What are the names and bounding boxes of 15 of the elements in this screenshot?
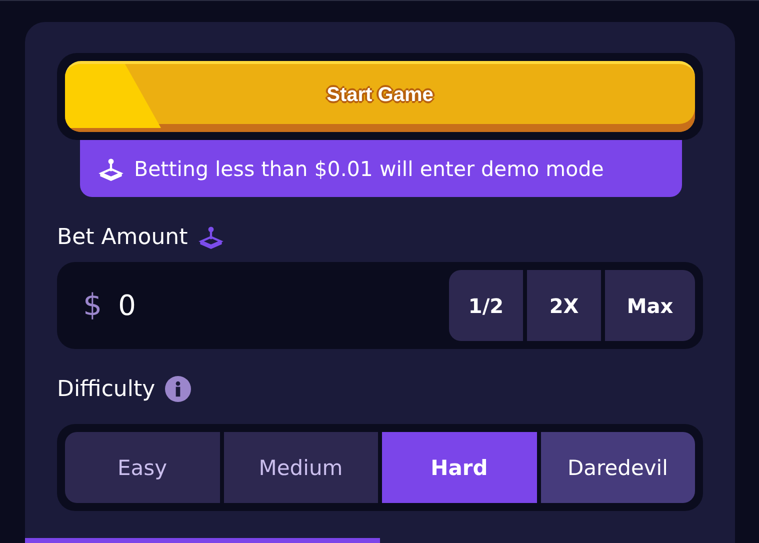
bet-modifier-button[interactable]: 2X [527, 270, 601, 341]
joystick-icon [98, 156, 124, 182]
info-icon [165, 376, 192, 402]
demo-notice-text: Betting less than $0.01 will enter demo mode [134, 156, 604, 180]
difficulty-tab[interactable]: Hard [382, 432, 536, 503]
difficulty-tab[interactable]: Daredevil [540, 432, 695, 503]
bet-amount-field[interactable]: $ 0 1/2 2X Max [57, 262, 703, 349]
joystick-icon [198, 224, 224, 250]
bet-amount-label: Bet Amount [57, 224, 188, 250]
bet-modifier-button[interactable]: 1/2 [449, 270, 523, 341]
difficulty-tab[interactable]: Easy [65, 432, 220, 503]
difficulty-tab[interactable]: Medium [224, 432, 378, 503]
currency-symbol: $ [83, 288, 102, 323]
difficulty-label: Difficulty [57, 376, 156, 402]
bet-modifier-button[interactable]: Max [605, 270, 695, 341]
